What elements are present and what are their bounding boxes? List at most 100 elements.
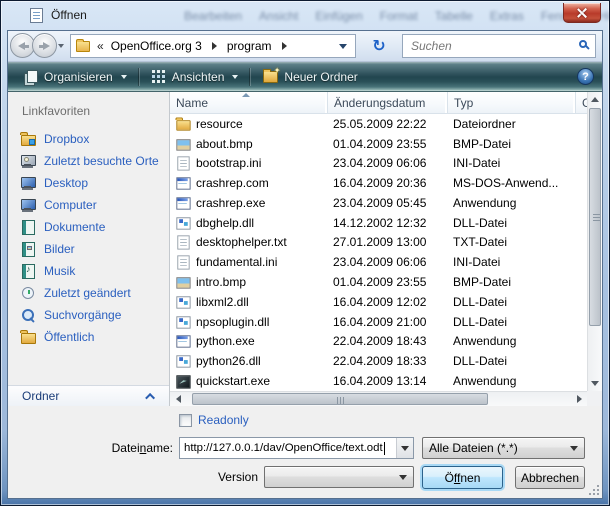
sidebar-item-documents[interactable]: Dokumente: [18, 216, 167, 238]
documents-icon: [20, 219, 36, 235]
file-row-fundamental-ini[interactable]: fundamental.ini 23.04.2009 06:06 INI-Dat…: [170, 252, 587, 272]
cancel-button[interactable]: Abbrechen: [515, 466, 585, 489]
search-box: [402, 34, 596, 58]
desktop-icon: [20, 175, 36, 191]
sidebar-item-recent-places[interactable]: Zuletzt besuchte Orte: [18, 150, 167, 172]
file-row-resource[interactable]: resource 25.05.2009 22:22 Dateiordner: [170, 114, 587, 134]
scroll-right-button[interactable]: [571, 392, 587, 406]
page-file-icon: [175, 156, 190, 171]
file-list: Name Änderungsdatum Typ G resource 25.05…: [169, 92, 602, 406]
filename-value[interactable]: http://127.0.0.1/dav/OpenOffice/text.odt: [180, 442, 383, 454]
app-file-icon: [175, 195, 190, 210]
folders-expander[interactable]: Ordner: [8, 385, 169, 406]
background-menu-blur: BearbeitenAnsichtEinfügenFormatTabelleEx…: [184, 9, 610, 23]
breadcrumb-separator-icon[interactable]: [282, 42, 287, 50]
folder-dropbox-icon: [20, 131, 36, 147]
folder-icon: [76, 41, 90, 52]
breadcrumb-collapse[interactable]: «: [97, 39, 104, 53]
sidebar-item-searches[interactable]: Suchvorgänge: [18, 304, 167, 326]
vertical-scroll-thumb[interactable]: [589, 108, 601, 326]
background-menu-item: Tabelle: [435, 9, 473, 23]
app-file-icon: [175, 334, 190, 349]
filetype-select[interactable]: Alle Dateien (*.*): [422, 437, 585, 459]
column-header-size[interactable]: G: [575, 92, 587, 113]
horizontal-scroll-thumb[interactable]: [192, 393, 488, 405]
column-header-name[interactable]: Name: [170, 92, 327, 113]
dll-file-icon: [175, 353, 190, 368]
file-row-npsoplugin-dll[interactable]: npsoplugin.dll 16.04.2009 21:00 DLL-Date…: [170, 312, 587, 332]
address-dropdown-icon[interactable]: [339, 44, 347, 49]
column-header-type[interactable]: Typ: [447, 92, 575, 113]
list-header: Name Änderungsdatum Typ G: [170, 92, 587, 114]
breadcrumb-separator-icon[interactable]: [212, 42, 217, 50]
history-dropdown-icon[interactable]: [58, 44, 64, 48]
bottom-panel: Readonly Dateiname: http://127.0.0.1/dav…: [8, 406, 602, 498]
file-row-quickstart-exe[interactable]: quickstart.exe 16.04.2009 13:14 Anwendun…: [170, 371, 587, 391]
scroll-up-button[interactable]: [588, 92, 602, 107]
file-row-python26-dll[interactable]: python26.dll 22.04.2009 18:33 DLL-Datei: [170, 351, 587, 371]
horizontal-scrollbar[interactable]: [170, 391, 587, 406]
image-file-icon: [175, 274, 190, 289]
navigation-bar: « OpenOffice.org 3 program ↻: [8, 31, 602, 62]
background-menu-item: Einfügen: [315, 9, 362, 23]
sidebar-item-computer[interactable]: Computer: [18, 194, 167, 216]
forward-button[interactable]: [32, 33, 57, 58]
sidebar-item-pictures[interactable]: Bilder: [18, 238, 167, 260]
organize-button[interactable]: Organisieren: [16, 66, 135, 88]
breadcrumb-item-openoffice[interactable]: OpenOffice.org 3: [107, 37, 206, 55]
computer-icon: [20, 197, 36, 213]
search-icon[interactable]: [579, 40, 587, 48]
refresh-button[interactable]: ↻: [362, 34, 396, 58]
vertical-scrollbar[interactable]: [587, 92, 602, 391]
titlebar[interactable]: Öffnen BearbeitenAnsichtEinfügenFormatTa…: [1, 1, 609, 30]
file-row-crashrep-exe[interactable]: crashrep.exe 23.04.2009 05:45 Anwendung: [170, 193, 587, 213]
filename-label: Dateiname:: [8, 441, 173, 455]
views-button[interactable]: Ansichten: [144, 66, 247, 88]
column-header-date[interactable]: Änderungsdatum: [327, 92, 447, 113]
file-row-libxml2-dll[interactable]: libxml2.dll 16.04.2009 12:02 DLL-Datei: [170, 292, 587, 312]
scroll-left-button[interactable]: [170, 392, 186, 406]
chevron-down-icon: [232, 75, 238, 79]
file-row-about-bmp[interactable]: about.bmp 01.04.2009 23:55 BMP-Datei: [170, 134, 587, 154]
address-breadcrumb[interactable]: « OpenOffice.org 3 program: [70, 34, 356, 58]
dll-file-icon: [175, 314, 190, 329]
readonly-checkbox[interactable]: [179, 414, 192, 427]
readonly-option[interactable]: Readonly: [179, 413, 249, 427]
filename-combobox[interactable]: http://127.0.0.1/dav/OpenOffice/text.odt: [179, 437, 414, 459]
sidebar-item-folder-dropbox[interactable]: Dropbox: [18, 128, 167, 150]
chevron-down-icon: [570, 446, 578, 451]
sidebar-item-public[interactable]: Öffentlich: [18, 326, 167, 348]
sidebar-item-music[interactable]: ♪ Musik: [18, 260, 167, 282]
sidebar-item-recently-changed[interactable]: Zuletzt geändert: [18, 282, 167, 304]
file-row-crashrep-com[interactable]: crashrep.com 16.04.2009 20:36 MS-DOS-Anw…: [170, 173, 587, 193]
file-rows: resource 25.05.2009 22:22 Dateiordner ab…: [170, 114, 587, 391]
help-button[interactable]: ?: [577, 68, 594, 85]
folder-file-icon: [175, 116, 190, 131]
public-icon: [20, 329, 36, 345]
new-folder-button[interactable]: Neuer Ordner: [255, 66, 365, 88]
background-menu-item: Bearbeiten: [184, 9, 242, 23]
command-toolbar: Organisieren Ansichten Neuer Ordner ?: [8, 62, 602, 92]
file-row-intro-bmp[interactable]: intro.bmp 01.04.2009 23:55 BMP-Datei: [170, 272, 587, 292]
sidebar-items: Dropbox Zuletzt besuchte Orte Desktop Co…: [18, 128, 167, 348]
file-row-bootstrap-ini[interactable]: bootstrap.ini 23.04.2009 06:06 INI-Datei: [170, 154, 587, 174]
breadcrumb-item-program[interactable]: program: [223, 37, 276, 55]
file-row-desktophelper-txt[interactable]: desktophelper.txt 27.01.2009 13:00 TXT-D…: [170, 233, 587, 253]
search-input[interactable]: [409, 37, 569, 55]
resize-grip[interactable]: [588, 484, 599, 495]
scroll-down-button[interactable]: [588, 376, 602, 391]
sidebar-item-desktop[interactable]: Desktop: [18, 172, 167, 194]
dll-file-icon: [175, 294, 190, 309]
filename-dropdown-button[interactable]: [396, 438, 413, 458]
toolbar-separator: [250, 68, 251, 86]
triangle-up-icon: [591, 97, 599, 102]
toolbar-separator: [139, 68, 140, 86]
file-row-dbghelp-dll[interactable]: dbghelp.dll 14.12.2002 12:32 DLL-Datei: [170, 213, 587, 233]
file-row-python-exe[interactable]: python.exe 22.04.2009 18:43 Anwendung: [170, 331, 587, 351]
version-select[interactable]: [264, 466, 414, 488]
triangle-left-icon: [176, 395, 181, 403]
page-file-icon: [175, 235, 190, 250]
open-button[interactable]: Öffnen: [422, 466, 503, 489]
close-button[interactable]: [563, 3, 601, 23]
readonly-label: Readonly: [198, 413, 249, 427]
